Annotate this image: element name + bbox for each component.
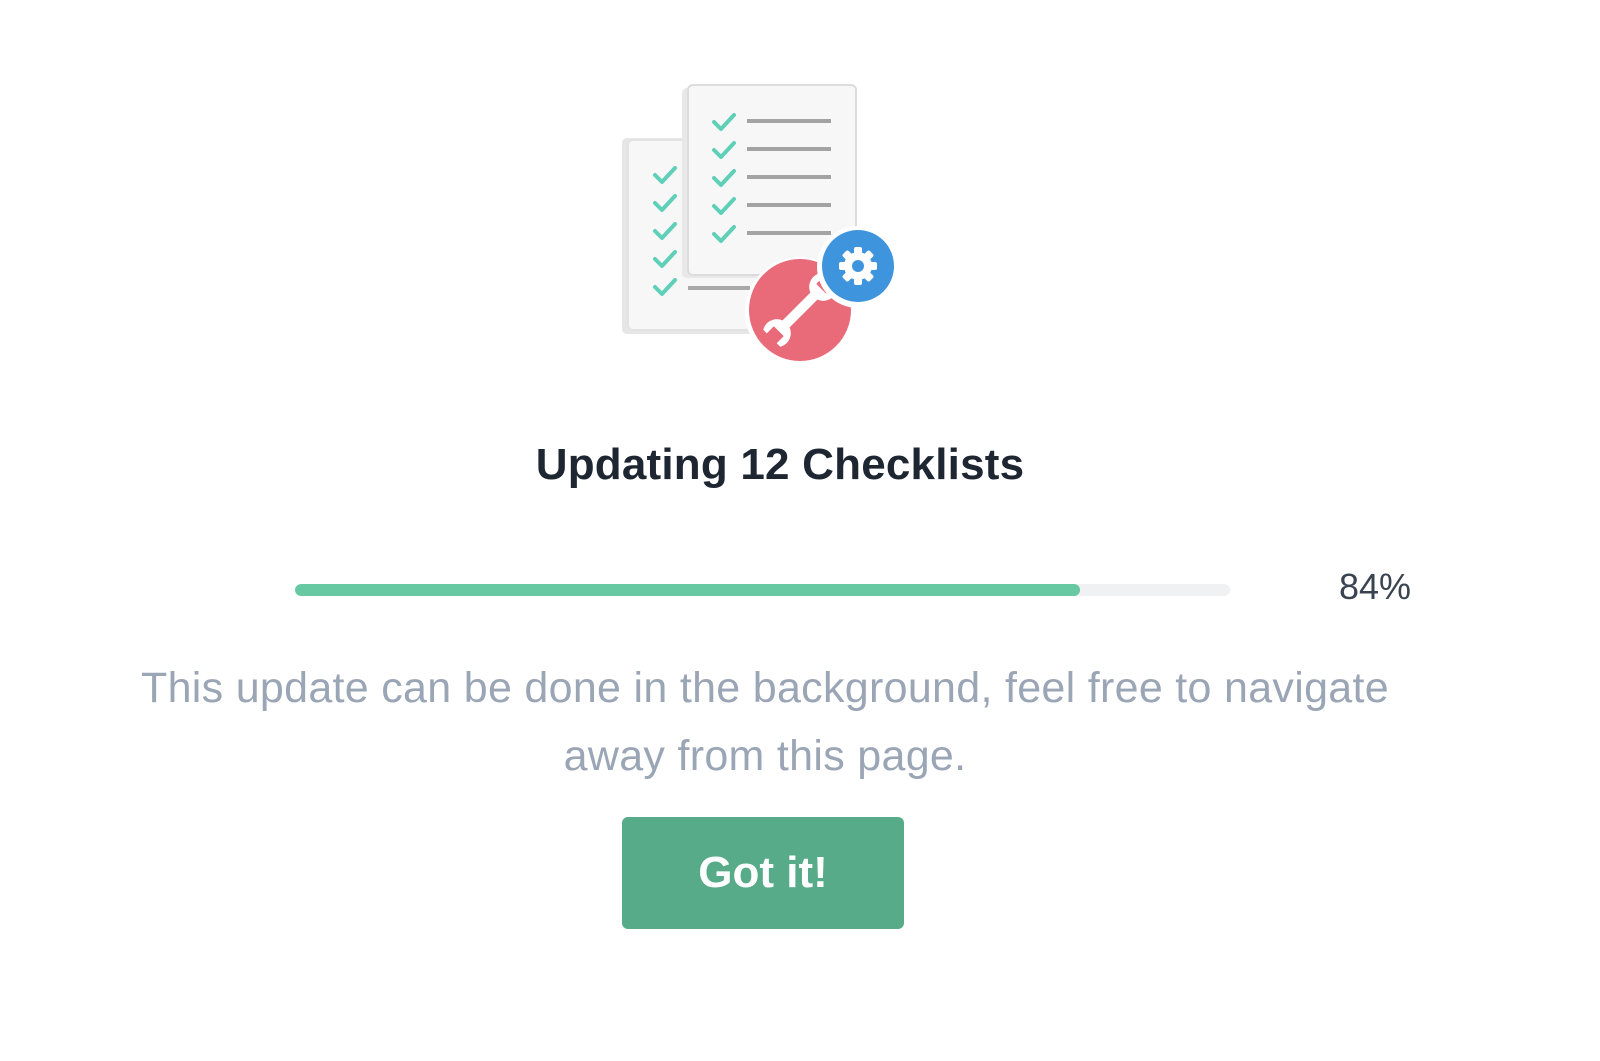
dialog-description: This update can be done in the backgroun…	[141, 664, 1389, 780]
progress-percentage: 84%	[1338, 566, 1412, 607]
gear-icon	[817, 226, 899, 308]
dialog-title: Updating 12 Checklists	[535, 440, 1025, 489]
got-it-button[interactable]: Got it!	[622, 817, 904, 929]
checklists-update-illustration	[622, 84, 899, 367]
progress-bar-fill	[295, 584, 1081, 596]
progress-bar	[295, 584, 1230, 596]
update-dialog: Updating 12 Checklists 84% This update c…	[0, 0, 1600, 1061]
